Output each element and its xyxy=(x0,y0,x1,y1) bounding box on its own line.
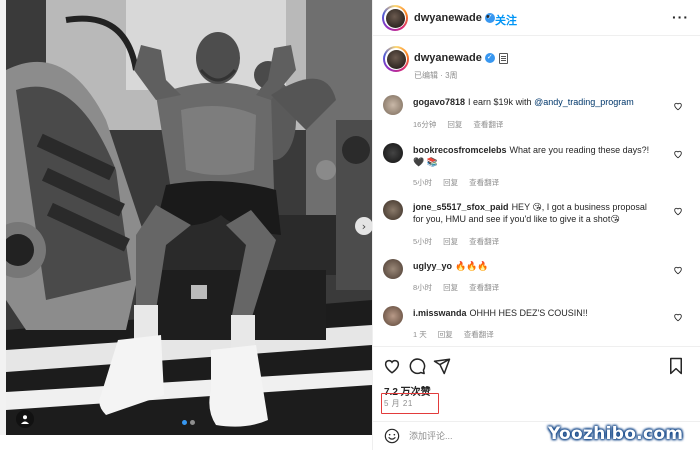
comment-meta: 1 天回复 查看翻译 xyxy=(413,330,494,339)
caption-meta: 已编辑 · 3周 xyxy=(414,71,458,80)
reply-link[interactable]: 回复 xyxy=(438,330,453,339)
comment-username[interactable]: jone_s5517_sfox_paid xyxy=(413,202,509,212)
document-icon xyxy=(498,52,508,64)
reply-link[interactable]: 回复 xyxy=(443,178,458,187)
photo-bottom-strip xyxy=(0,435,372,450)
tagged-user-icon[interactable] xyxy=(16,410,34,428)
comment-username[interactable]: uglyy_yo xyxy=(413,261,452,271)
post-header: dwyanewade ✓ • 关注 ··· xyxy=(373,0,700,36)
translate-link[interactable]: 查看翻译 xyxy=(469,237,499,246)
comment-icon[interactable] xyxy=(408,357,426,375)
comment-like-heart-icon[interactable] xyxy=(673,312,683,322)
comment-username[interactable]: bookrecosfromcelebs xyxy=(413,145,507,155)
verified-badge-icon: ✓ xyxy=(484,53,495,64)
comment-meta: 5小时 回复 查看翻译 xyxy=(413,237,500,246)
follow-separator: • xyxy=(486,11,490,23)
reply-link[interactable]: 回复 xyxy=(443,283,458,292)
bookmark-icon[interactable] xyxy=(667,357,685,375)
caption-avatar[interactable] xyxy=(383,46,409,72)
translate-link[interactable]: 查看翻译 xyxy=(464,330,494,339)
translate-link[interactable]: 查看翻译 xyxy=(469,283,499,292)
author-avatar[interactable] xyxy=(382,5,408,31)
comment-meta: 16分钟 回复 查看翻译 xyxy=(413,120,504,129)
carousel-next-button[interactable]: › xyxy=(355,217,372,235)
carousel-dot xyxy=(190,420,195,425)
translate-link[interactable]: 查看翻译 xyxy=(469,178,499,187)
site-watermark: Yoozhibo.com xyxy=(548,424,684,444)
comment-meta: 5小时 回复 查看翻译 xyxy=(413,178,500,187)
commenter-avatar[interactable] xyxy=(383,95,403,115)
commenter-avatar[interactable] xyxy=(383,143,403,163)
reply-link[interactable]: 回复 xyxy=(443,237,458,246)
send-icon[interactable] xyxy=(433,357,451,375)
author-username[interactable]: dwyanewade ✓ xyxy=(414,12,495,24)
reply-link[interactable]: 回复 xyxy=(447,120,462,129)
carousel-dot-active xyxy=(182,420,187,425)
comment-text: bookrecosfromcelebs What are you reading … xyxy=(413,145,650,167)
emoji-icon[interactable] xyxy=(384,428,400,444)
comment-text: gogavo7818 I earn $19k with @andy_trading… xyxy=(413,97,634,107)
commenter-avatar[interactable] xyxy=(383,259,403,279)
caption-username[interactable]: dwyanewade ✓ xyxy=(414,52,508,64)
post-photo[interactable]: › xyxy=(6,0,372,435)
comment-like-heart-icon[interactable] xyxy=(673,206,683,216)
comment-text: jone_s5517_sfox_paid HEY 😘, I got a busin… xyxy=(413,202,647,224)
comment-like-heart-icon[interactable] xyxy=(673,265,683,275)
comment-username[interactable]: i.misswanda xyxy=(413,308,467,318)
comment-like-heart-icon[interactable] xyxy=(673,101,683,111)
translate-link[interactable]: 查看翻译 xyxy=(473,120,503,129)
instagram-post-view: › dwyanewade ✓ • 关注 ··· dwyanewade ✓ 已编辑… xyxy=(0,0,700,450)
commenter-avatar[interactable] xyxy=(383,306,403,326)
comment-like-heart-icon[interactable] xyxy=(673,149,683,159)
comment-username[interactable]: gogavo7818 xyxy=(413,97,465,107)
person-icon xyxy=(21,415,29,424)
comment-text: uglyy_yo 🔥🔥🔥 xyxy=(413,261,489,271)
more-horizontal-icon[interactable]: ··· xyxy=(672,9,689,25)
comment-meta: 8小时 回复 查看翻译 xyxy=(413,283,500,292)
comment-text: i.misswanda OHHH HES DEZ'S COUSIN!! xyxy=(413,308,588,318)
post-caption: dwyanewade ✓ 已编辑 · 3周 xyxy=(383,46,693,86)
photo-illustration xyxy=(6,0,372,435)
mention-link[interactable]: @andy_trading_program xyxy=(534,97,634,107)
carousel-dots xyxy=(182,420,195,425)
follow-button[interactable]: 关注 xyxy=(495,12,517,28)
post-date: 5 月 21 xyxy=(384,399,413,408)
post-side-panel: dwyanewade ✓ • 关注 ··· dwyanewade ✓ 已编辑 · 3… xyxy=(372,0,700,450)
commenter-avatar[interactable] xyxy=(383,200,403,220)
heart-icon[interactable] xyxy=(383,357,401,375)
post-action-bar xyxy=(373,346,700,382)
